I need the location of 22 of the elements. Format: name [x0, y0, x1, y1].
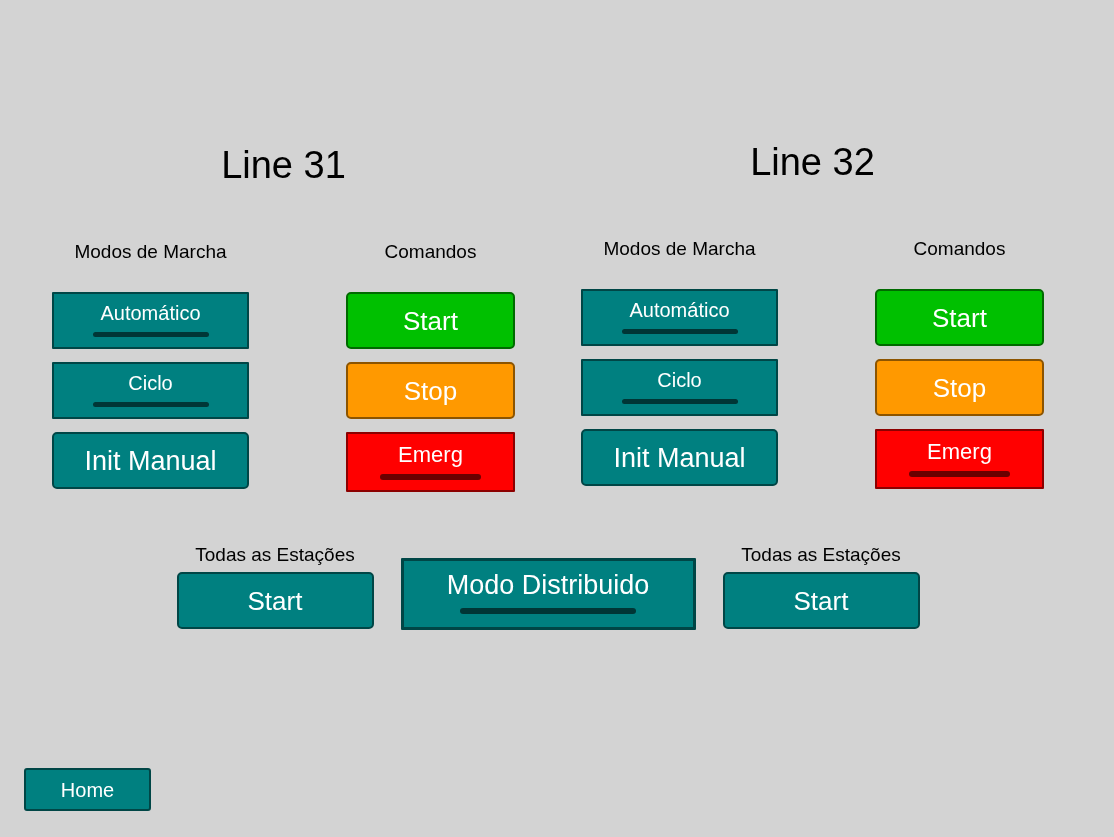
group-heading: Todas as Estações — [741, 543, 901, 567]
command-button[interactable]: Emerg — [875, 429, 1044, 489]
command-button[interactable]: Emerg — [346, 432, 515, 492]
column-heading: Comandos — [913, 237, 1006, 261]
mode-toggle-button[interactable]: Modo Distribuido — [400, 558, 696, 630]
mode-button[interactable]: Automático — [52, 292, 249, 349]
mode-button[interactable]: Automático — [581, 289, 778, 346]
command-button[interactable]: Start — [875, 289, 1044, 346]
command-button[interactable]: Start — [346, 292, 515, 349]
line-title: Line 32 — [750, 140, 875, 185]
mode-button[interactable]: Ciclo — [52, 362, 249, 419]
mode-button[interactable]: Init Manual — [581, 429, 778, 486]
start-all-button[interactable]: Start — [176, 572, 374, 629]
column-heading: Modos de Marcha — [603, 237, 756, 261]
mode-button[interactable]: Init Manual — [52, 432, 249, 489]
column-heading: Comandos — [384, 240, 477, 264]
mode-button[interactable]: Ciclo — [581, 359, 778, 416]
start-all-button[interactable]: Start — [722, 572, 920, 629]
line-title: Line 31 — [221, 143, 346, 188]
group-heading: Todas as Estações — [195, 543, 355, 567]
home-button[interactable]: Home — [24, 768, 151, 811]
column-heading: Modos de Marcha — [74, 240, 227, 264]
